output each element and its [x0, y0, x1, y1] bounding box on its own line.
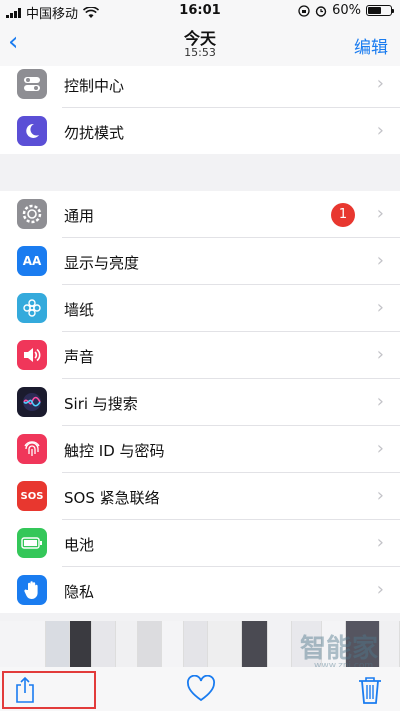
settings-row-general[interactable]: 通用 1 ›: [0, 191, 400, 238]
favorite-button[interactable]: [186, 674, 216, 705]
chevron-right-icon: ›: [376, 485, 384, 506]
flower-icon: [17, 293, 47, 323]
edit-button[interactable]: 编辑: [354, 33, 388, 58]
row-label: 勿扰模式: [64, 124, 125, 142]
trash-icon: [359, 677, 381, 704]
chevron-right-icon: ›: [376, 120, 384, 141]
speaker-icon: [17, 340, 47, 370]
status-right: 60%: [298, 3, 394, 18]
settings-row-touch-id[interactable]: 触控 ID 与密码 ›: [0, 426, 400, 473]
orientation-lock-icon: [298, 4, 310, 17]
nav-subtitle: 15:53: [184, 46, 216, 59]
battery-icon: [17, 528, 47, 558]
sos-icon: SOS: [17, 481, 47, 511]
settings-row-privacy[interactable]: 隐私 ›: [0, 567, 400, 614]
battery-percent: 60%: [332, 3, 361, 18]
thumbnail[interactable]: [70, 621, 92, 667]
chevron-right-icon: ›: [376, 344, 384, 365]
watermark: 智能家 www.znj.com: [300, 628, 378, 671]
fingerprint-icon: [17, 434, 47, 464]
thumbnail[interactable]: [162, 621, 184, 667]
chevron-right-icon: ›: [376, 579, 384, 600]
thumbnail[interactable]: [92, 621, 116, 667]
chevron-right-icon: ›: [376, 250, 384, 271]
siri-icon: [17, 387, 47, 417]
row-label: 墙纸: [64, 301, 95, 319]
row-label: 隐私: [64, 583, 95, 601]
control-center-icon: [17, 69, 47, 99]
display-icon: AA: [17, 246, 47, 276]
battery-icon: [366, 5, 394, 16]
thumbnail[interactable]: [242, 621, 268, 667]
settings-row-do-not-disturb[interactable]: 勿扰模式 ›: [0, 108, 400, 155]
chevron-right-icon: ›: [376, 391, 384, 412]
moon-icon: [17, 116, 47, 146]
thumbnail[interactable]: [380, 621, 400, 667]
settings-group-1: 控制中心 › 勿扰模式 ›: [0, 66, 400, 154]
delete-button[interactable]: [356, 674, 386, 706]
status-bar: 中国移动 16:01 60%: [0, 0, 400, 22]
thumbnail[interactable]: [46, 621, 70, 667]
row-label: 控制中心: [64, 77, 125, 95]
thumbnail[interactable]: [208, 621, 242, 667]
thumbnail[interactable]: [116, 621, 138, 667]
hand-icon: [17, 575, 47, 605]
thumbnail[interactable]: [184, 621, 208, 667]
chevron-right-icon: ›: [376, 297, 384, 318]
chevron-right-icon: ›: [376, 73, 384, 94]
chevron-right-icon: ›: [376, 438, 384, 459]
battery-fill: [368, 7, 382, 14]
row-label: Siri 与搜索: [64, 395, 138, 413]
bottom-toolbar: [0, 667, 400, 711]
row-label: 电池: [64, 536, 95, 554]
chevron-right-icon: ›: [376, 532, 384, 553]
settings-group-2: 通用 1 › AA 显示与亮度 › 墙纸 › 声音 › Siri 与搜索 › 触…: [0, 191, 400, 613]
settings-row-sos[interactable]: SOS SOS 紧急联络 ›: [0, 473, 400, 520]
row-label: 显示与亮度: [64, 254, 140, 272]
share-icon: [16, 676, 34, 703]
row-label: SOS 紧急联络: [64, 489, 160, 507]
row-label: 触控 ID 与密码: [64, 442, 165, 460]
watermark-main: 智能家: [300, 634, 379, 664]
notification-badge: 1: [331, 203, 355, 227]
share-button[interactable]: [2, 671, 96, 709]
settings-row-battery[interactable]: 电池 ›: [0, 520, 400, 567]
gear-icon: [17, 199, 47, 229]
settings-row-siri[interactable]: Siri 与搜索 ›: [0, 379, 400, 426]
row-label: 通用: [64, 207, 95, 225]
alarm-icon: [315, 5, 327, 17]
settings-row-display[interactable]: AA 显示与亮度 ›: [0, 238, 400, 285]
settings-row-sounds[interactable]: 声音 ›: [0, 332, 400, 379]
thumbnail[interactable]: [138, 621, 162, 667]
thumbnail[interactable]: [268, 621, 292, 667]
heart-icon: [187, 674, 215, 702]
thumbnail[interactable]: [0, 621, 46, 667]
settings-row-wallpaper[interactable]: 墙纸 ›: [0, 285, 400, 332]
chevron-right-icon: ›: [376, 203, 384, 224]
row-label: 声音: [64, 348, 95, 366]
settings-row-control-center[interactable]: 控制中心 ›: [0, 61, 400, 108]
